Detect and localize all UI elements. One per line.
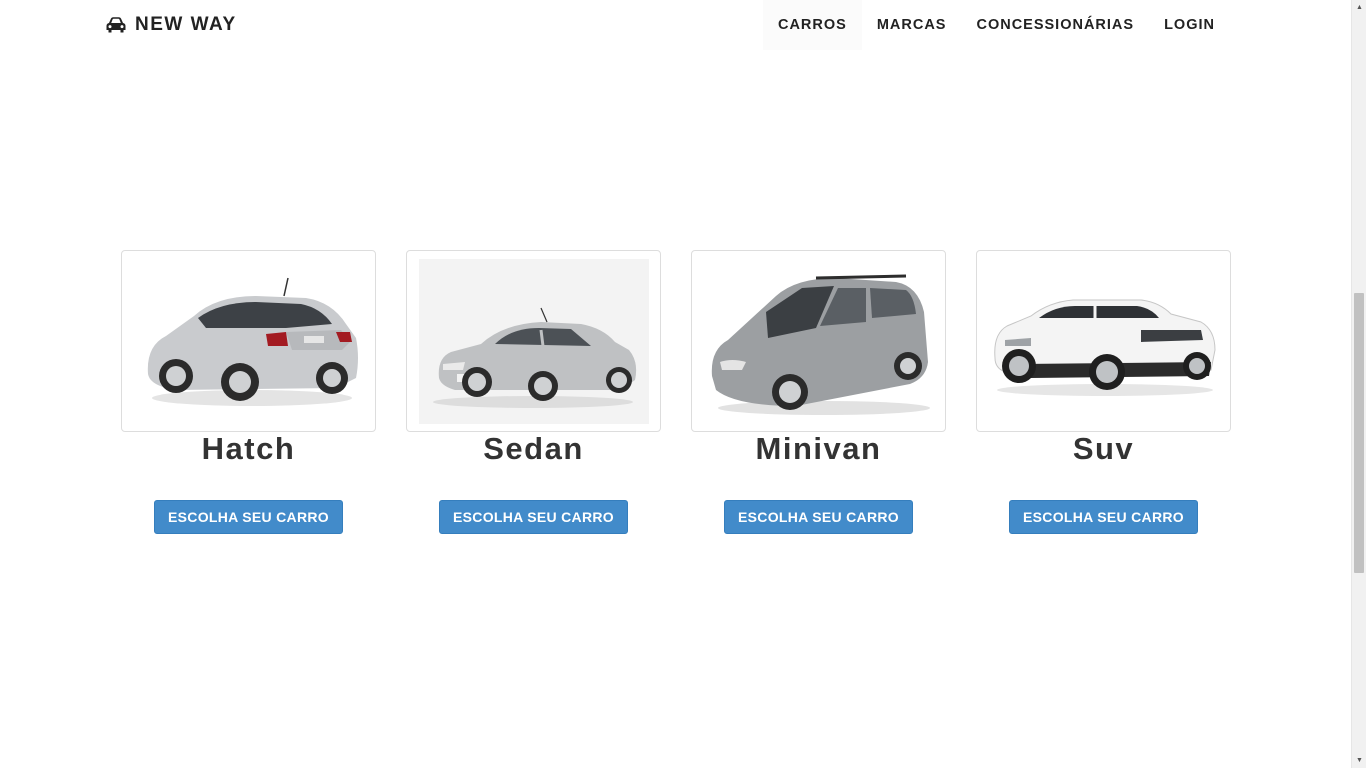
choose-car-button-hatch[interactable]: ESCOLHA SEU CARRO [154, 500, 343, 534]
card-title: Minivan [755, 431, 882, 466]
scroll-up-arrow-icon[interactable]: ▲ [1352, 0, 1366, 15]
nav-item-marcas[interactable]: MARCAS [862, 0, 962, 50]
scrollbar-thumb[interactable] [1354, 293, 1364, 573]
category-card-minivan: Minivan ESCOLHA SEU CARRO [691, 250, 946, 534]
category-card-sedan: Sedan ESCOLHA SEU CARRO [406, 250, 661, 534]
brand-link[interactable]: NEW WAY [105, 13, 237, 37]
nav-item-carros[interactable]: CARROS [762, 0, 862, 50]
sedan-car-image [406, 250, 661, 432]
card-title: Hatch [201, 431, 296, 466]
car-categories: Hatch ESCOLHA SEU CARRO Sedan ESCOLHA SE… [121, 250, 1231, 534]
minivan-car-image [691, 250, 946, 432]
card-title: Sedan [483, 431, 584, 466]
card-title: Suv [1072, 431, 1135, 466]
page: NEW WAY CARROS MARCAS CONCESSIONÁRIAS LO… [0, 0, 1351, 768]
brand-name: NEW WAY [135, 14, 237, 35]
suv-car-image [976, 250, 1231, 432]
category-card-hatch: Hatch ESCOLHA SEU CARRO [121, 250, 376, 534]
choose-car-button-suv[interactable]: ESCOLHA SEU CARRO [1009, 500, 1198, 534]
category-card-suv: Suv ESCOLHA SEU CARRO [976, 250, 1231, 534]
hatch-car-image [121, 250, 376, 432]
car-icon [105, 16, 127, 34]
vertical-scrollbar[interactable]: ▲ ▼ [1351, 0, 1366, 768]
nav-item-concessionarias[interactable]: CONCESSIONÁRIAS [961, 0, 1149, 50]
scroll-down-arrow-icon[interactable]: ▼ [1352, 753, 1366, 768]
main-nav: CARROS MARCAS CONCESSIONÁRIAS LOGIN [762, 0, 1230, 50]
nav-item-login[interactable]: LOGIN [1149, 0, 1230, 50]
choose-car-button-sedan[interactable]: ESCOLHA SEU CARRO [439, 500, 628, 534]
navbar: NEW WAY CARROS MARCAS CONCESSIONÁRIAS LO… [0, 0, 1351, 50]
choose-car-button-minivan[interactable]: ESCOLHA SEU CARRO [724, 500, 913, 534]
